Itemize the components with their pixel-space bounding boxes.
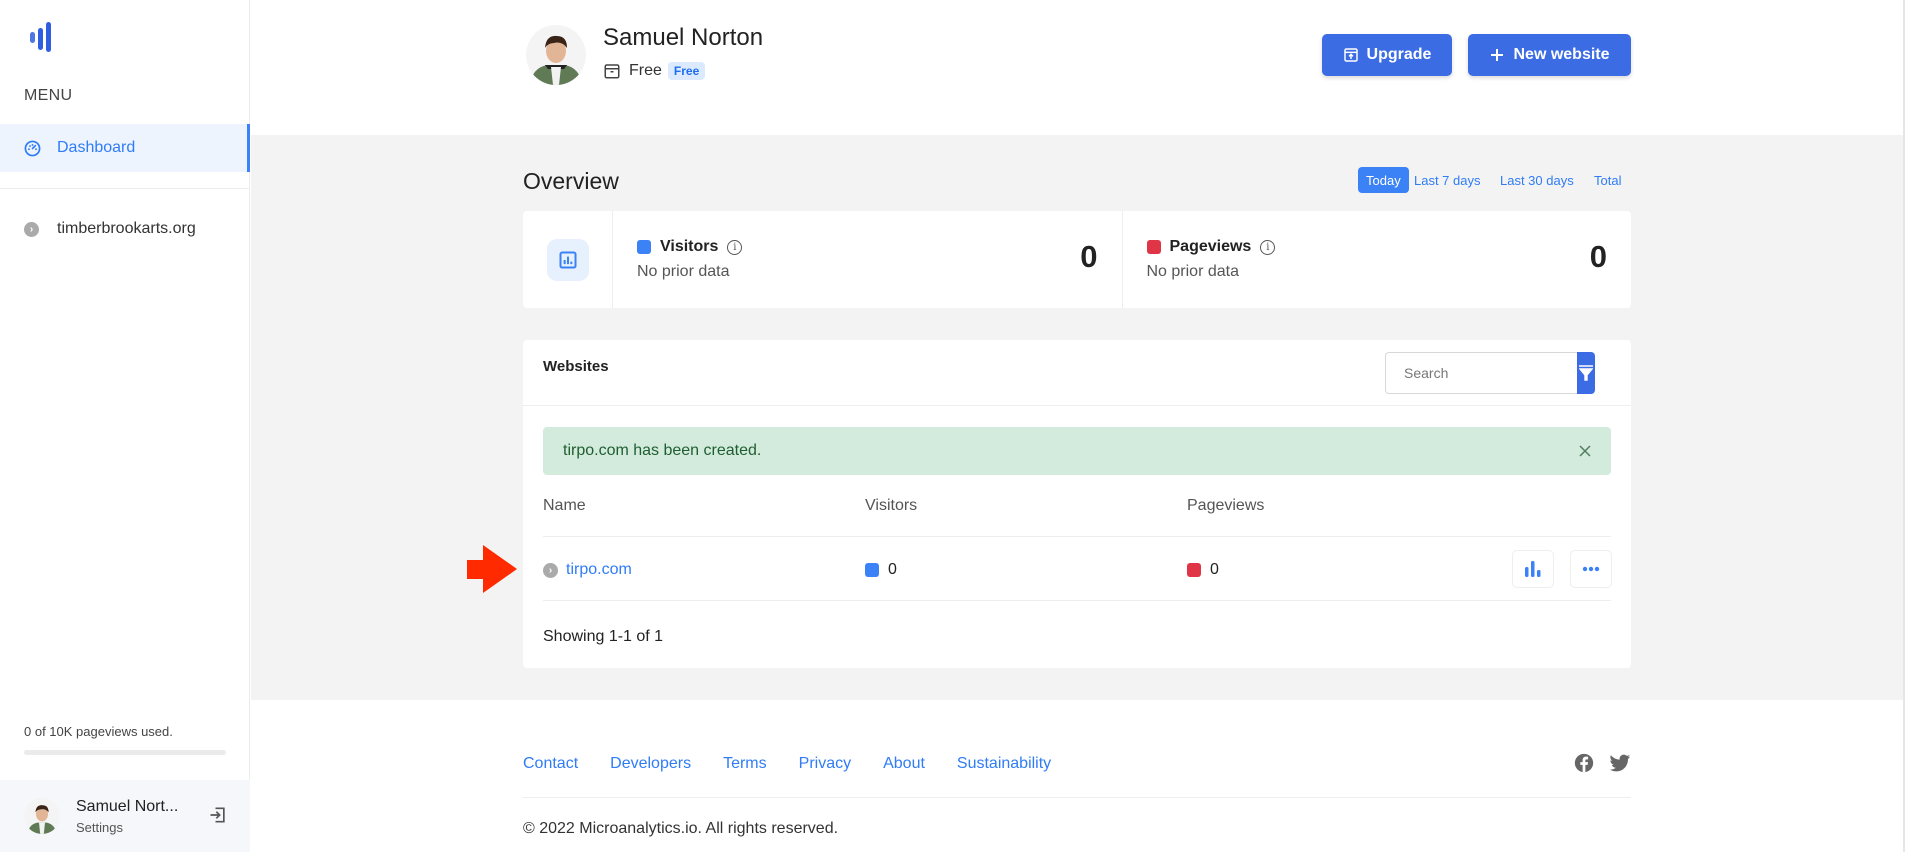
visitors-swatch bbox=[865, 563, 879, 577]
stats-button[interactable] bbox=[1512, 550, 1554, 588]
stat-subtext: No prior data bbox=[1146, 263, 1240, 280]
sidebar: MENU Dashboard › timberbrookarts.org 0 o… bbox=[0, 0, 250, 852]
stat-label: Pageviews bbox=[1169, 238, 1252, 255]
ellipsis-icon bbox=[1582, 566, 1600, 572]
settings-link[interactable]: Settings bbox=[76, 820, 123, 835]
new-website-button[interactable]: New website bbox=[1468, 34, 1631, 76]
footer-link-contact[interactable]: Contact bbox=[523, 755, 578, 773]
overview-title: Overview bbox=[523, 168, 619, 194]
stat-value: 0 bbox=[1589, 239, 1607, 274]
logo-bar bbox=[46, 22, 51, 52]
pageviews-value: 0 bbox=[1210, 561, 1219, 578]
logo-bar bbox=[30, 32, 35, 43]
new-website-button-label: New website bbox=[1513, 46, 1610, 63]
info-icon[interactable]: i bbox=[1260, 239, 1276, 255]
upgrade-icon bbox=[1343, 48, 1358, 62]
chevron-circle-icon: › bbox=[24, 221, 39, 237]
success-alert: tirpo.com has been created. bbox=[543, 427, 1611, 475]
overview-stats-card: Visitors i No prior data 0 Pageviews i N… bbox=[523, 211, 1631, 308]
footer-divider bbox=[523, 797, 1631, 798]
app-logo[interactable] bbox=[30, 18, 56, 52]
user-name-heading: Samuel Norton bbox=[603, 24, 764, 51]
footer-link-developers[interactable]: Developers bbox=[610, 755, 691, 773]
pageviews-cell: 0 bbox=[1187, 560, 1219, 580]
sidebar-divider bbox=[0, 188, 250, 189]
footer-link-terms[interactable]: Terms bbox=[723, 755, 767, 773]
menu-heading: MENU bbox=[24, 87, 73, 104]
info-icon[interactable]: i bbox=[727, 239, 743, 255]
filter-button[interactable] bbox=[1577, 352, 1595, 394]
facebook-icon[interactable] bbox=[1573, 752, 1595, 774]
pageviews-swatch bbox=[1187, 563, 1201, 577]
visitors-value: 0 bbox=[888, 561, 897, 578]
page-header: Samuel Norton Free Free Upgrade New webs… bbox=[251, 0, 1905, 135]
bar-chart-icon bbox=[559, 251, 576, 268]
plan-info: Free Free bbox=[603, 62, 706, 80]
stat-visitors: Visitors i No prior data 0 bbox=[613, 211, 1122, 308]
sidebar-item-dashboard[interactable]: Dashboard bbox=[0, 124, 250, 172]
gauge-icon bbox=[24, 140, 41, 156]
logo-bar bbox=[38, 28, 43, 50]
plus-icon bbox=[1491, 49, 1504, 61]
search-group bbox=[1385, 352, 1595, 394]
visitors-swatch bbox=[637, 240, 651, 254]
range-total[interactable]: Total bbox=[1594, 167, 1621, 193]
pagination-summary: Showing 1-1 of 1 bbox=[543, 628, 664, 645]
annotation-arrow-icon bbox=[467, 545, 517, 593]
column-header-pageviews[interactable]: Pageviews bbox=[1187, 497, 1264, 515]
copyright: © 2022 Microanalytics.io. All rights res… bbox=[523, 820, 839, 837]
websites-card: Websites tirpo.com has been created. Nam… bbox=[523, 340, 1631, 668]
stat-subtext: No prior data bbox=[637, 263, 730, 280]
upgrade-button-label: Upgrade bbox=[1366, 46, 1432, 63]
stat-value: 0 bbox=[1080, 239, 1098, 274]
sidebar-item-label: Dashboard bbox=[57, 139, 136, 156]
archive-box-icon bbox=[604, 64, 620, 79]
filter-icon bbox=[1579, 365, 1593, 381]
bar-chart-icon bbox=[1525, 561, 1541, 577]
stat-pageviews: Pageviews i No prior data 0 bbox=[1121, 211, 1632, 308]
range-last-7-days[interactable]: Last 7 days bbox=[1414, 167, 1481, 193]
more-options-button[interactable] bbox=[1570, 550, 1612, 588]
footer-link-sustainability[interactable]: Sustainability bbox=[957, 755, 1051, 773]
avatar[interactable] bbox=[24, 798, 60, 834]
plan-label: Free bbox=[629, 62, 662, 79]
logout-icon[interactable] bbox=[208, 805, 228, 825]
twitter-icon[interactable] bbox=[1609, 752, 1631, 774]
avatar bbox=[526, 24, 586, 86]
website-name-cell: › tirpo.com bbox=[543, 560, 632, 580]
pageview-usage-text: 0 of 10K pageviews used. bbox=[24, 724, 173, 739]
website-link[interactable]: tirpo.com bbox=[566, 561, 632, 579]
plan-badge: Free bbox=[667, 62, 706, 80]
close-icon[interactable] bbox=[1575, 441, 1595, 461]
footer-links: Contact Developers Terms Privacy About S… bbox=[523, 755, 1083, 773]
chart-icon-box bbox=[546, 238, 589, 281]
stats-icon-cell bbox=[523, 211, 613, 308]
footer-link-about[interactable]: About bbox=[883, 755, 925, 773]
visitors-cell: 0 bbox=[865, 560, 897, 580]
range-today[interactable]: Today bbox=[1358, 167, 1409, 193]
upgrade-button[interactable]: Upgrade bbox=[1322, 34, 1452, 76]
pageview-usage-bar bbox=[24, 750, 226, 755]
websites-title: Websites bbox=[543, 358, 609, 375]
sidebar-user-name: Samuel Nort... bbox=[76, 798, 179, 815]
sidebar-item-label: timberbrookarts.org bbox=[57, 220, 196, 237]
sidebar-user-panel: Samuel Nort... Settings bbox=[0, 780, 250, 852]
footer-link-privacy[interactable]: Privacy bbox=[799, 755, 851, 773]
search-input[interactable] bbox=[1385, 352, 1577, 394]
stat-label: Visitors bbox=[660, 238, 719, 255]
alert-message: tirpo.com has been created. bbox=[563, 442, 762, 459]
table-divider bbox=[543, 600, 1611, 601]
sidebar-item-website[interactable]: › timberbrookarts.org bbox=[0, 212, 250, 246]
table-divider bbox=[543, 536, 1611, 537]
range-last-30-days[interactable]: Last 30 days bbox=[1500, 167, 1574, 193]
column-header-name[interactable]: Name bbox=[543, 497, 586, 515]
chevron-circle-icon: › bbox=[543, 562, 558, 578]
column-header-visitors[interactable]: Visitors bbox=[865, 497, 917, 515]
pageviews-swatch bbox=[1146, 240, 1161, 254]
card-divider bbox=[523, 405, 1631, 406]
